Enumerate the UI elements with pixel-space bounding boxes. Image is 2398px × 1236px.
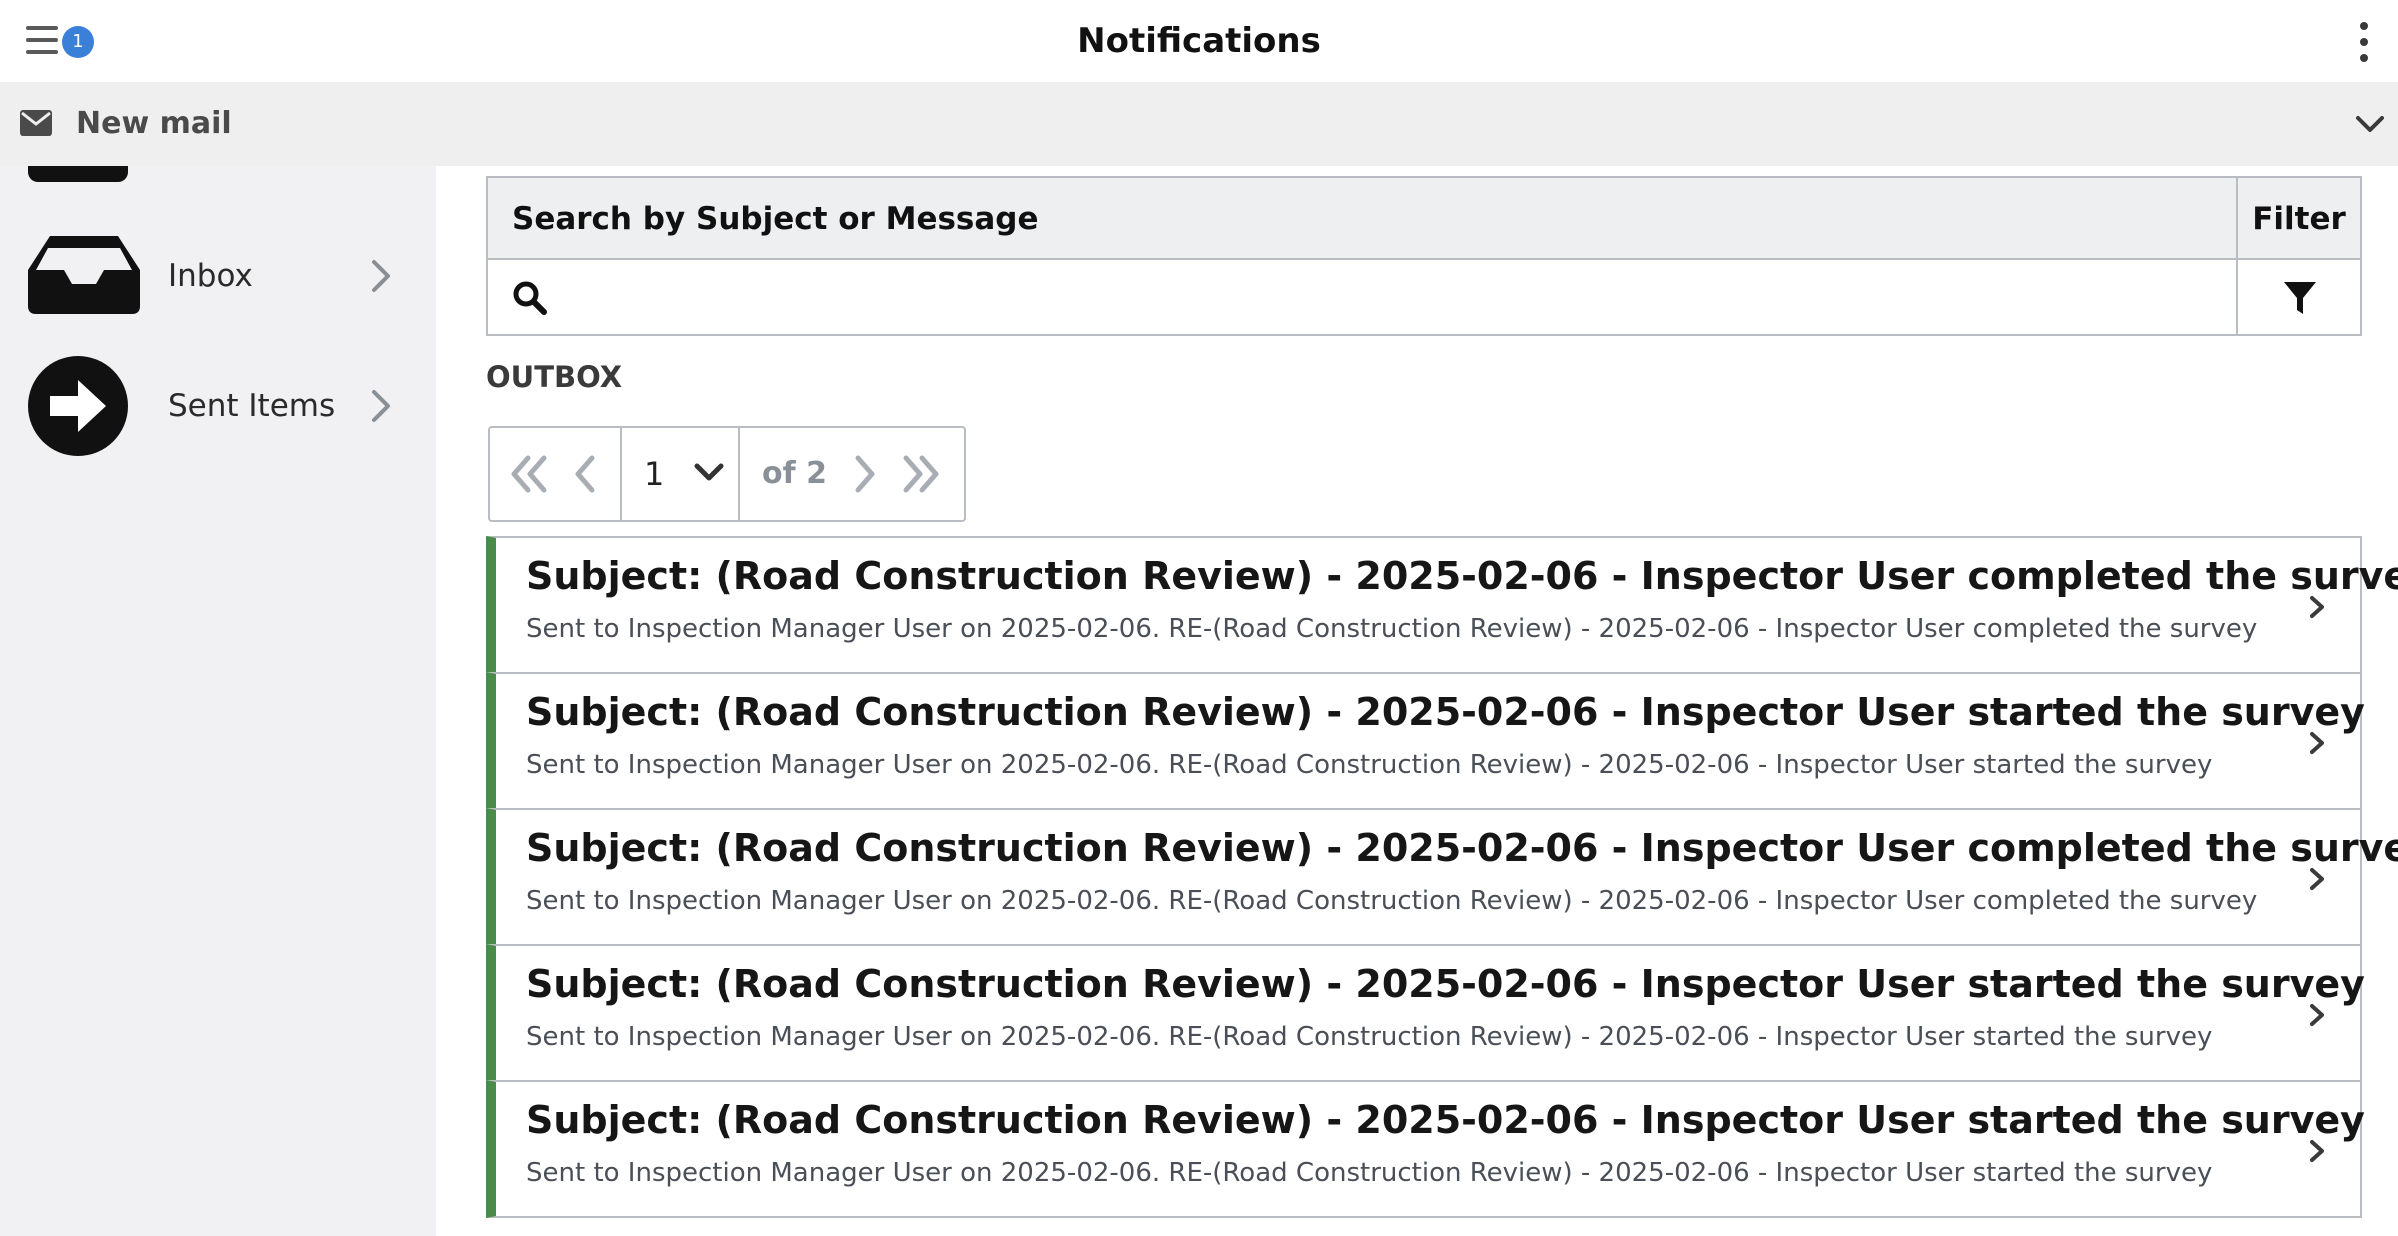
list-item[interactable]: Subject: (Road Construction Review) - 20…	[486, 536, 2398, 674]
message-subject: Subject: (Road Construction Review) - 20…	[526, 554, 2398, 598]
filter-button[interactable]	[2236, 260, 2360, 336]
sidebar-item-sent-items[interactable]: Sent Items	[0, 352, 436, 462]
list-item[interactable]: Subject: (Road Construction Review) - 20…	[486, 944, 2365, 1082]
sidebar: Inbox Sent Items	[0, 166, 436, 1236]
folder-icon	[28, 166, 128, 182]
arrow-right-circle-icon	[28, 356, 128, 456]
message-subject: Subject: (Road Construction Review) - 20…	[526, 962, 2365, 1006]
chevron-right-icon	[2310, 1140, 2324, 1162]
kebab-icon-dot	[2360, 54, 2368, 62]
search-icon	[513, 281, 547, 315]
list-item[interactable]: Subject: (Road Construction Review) - 20…	[486, 672, 2365, 810]
new-mail-bar[interactable]: New mail	[0, 82, 2398, 166]
search-header: Search by Subject or Message Filter	[488, 178, 2360, 260]
search-input[interactable]	[558, 270, 2218, 326]
hamburger-icon-bar	[26, 38, 58, 42]
inbox-icon	[28, 236, 140, 314]
current-page: 1	[644, 455, 665, 493]
list-item[interactable]: Subject: (Road Construction Review) - 20…	[486, 1080, 2365, 1218]
sidebar-item-label: Inbox	[168, 258, 253, 294]
filter-icon	[2284, 282, 2316, 314]
top-bar: 1 Notifications	[0, 0, 2398, 82]
message-preview: Sent to Inspection Manager User on 2025-…	[526, 614, 2258, 644]
kebab-icon-dot	[2360, 38, 2368, 46]
list-item[interactable]: Subject: (Road Construction Review) - 20…	[486, 808, 2398, 946]
message-subject: Subject: (Road Construction Review) - 20…	[526, 690, 2365, 734]
page-select[interactable]: 1	[620, 428, 740, 520]
envelope-icon	[20, 110, 52, 136]
hamburger-icon	[26, 26, 58, 30]
more-options-button[interactable]	[2344, 18, 2384, 66]
message-preview: Sent to Inspection Manager User on 2025-…	[526, 1022, 2213, 1052]
new-mail-label: New mail	[76, 106, 232, 141]
previous-page-icon[interactable]	[572, 454, 600, 494]
notification-badge: 1	[62, 26, 94, 58]
page-title: Notifications	[1077, 21, 1321, 61]
next-page-icon[interactable]	[850, 454, 878, 494]
sidebar-item-label: Sent Items	[168, 388, 336, 424]
message-subject: Subject: (Road Construction Review) - 20…	[526, 1098, 2365, 1142]
sidebar-item-inbox[interactable]: Inbox	[0, 222, 436, 332]
hamburger-icon-bar	[26, 50, 58, 54]
chevron-right-icon	[2310, 868, 2324, 890]
first-page-icon[interactable]	[508, 454, 552, 494]
chevron-down-icon[interactable]	[2352, 106, 2388, 142]
menu-button[interactable]: 1	[22, 16, 94, 66]
chevron-right-icon	[2310, 596, 2324, 618]
search-label: Search by Subject or Message	[512, 201, 1039, 237]
pagination: 1 of 2	[488, 426, 966, 522]
search-panel: Search by Subject or Message Filter	[486, 176, 2362, 336]
message-preview: Sent to Inspection Manager User on 2025-…	[526, 1158, 2213, 1188]
last-page-icon[interactable]	[898, 454, 942, 494]
kebab-icon	[2360, 22, 2368, 30]
chevron-right-icon	[2310, 1004, 2324, 1026]
chevron-right-icon	[2310, 732, 2324, 754]
filter-label: Filter	[2236, 178, 2360, 260]
page-count: of 2	[762, 456, 827, 491]
chevron-down-icon	[694, 463, 724, 481]
message-preview: Sent to Inspection Manager User on 2025-…	[526, 886, 2258, 916]
section-title: OUTBOX	[486, 360, 623, 394]
message-preview: Sent to Inspection Manager User on 2025-…	[526, 750, 2213, 780]
message-list: Subject: (Road Construction Review) - 20…	[486, 536, 2398, 1218]
chevron-right-icon	[372, 260, 390, 292]
message-subject: Subject: (Road Construction Review) - 20…	[526, 826, 2398, 870]
chevron-right-icon	[372, 390, 390, 422]
search-row	[488, 260, 2360, 336]
